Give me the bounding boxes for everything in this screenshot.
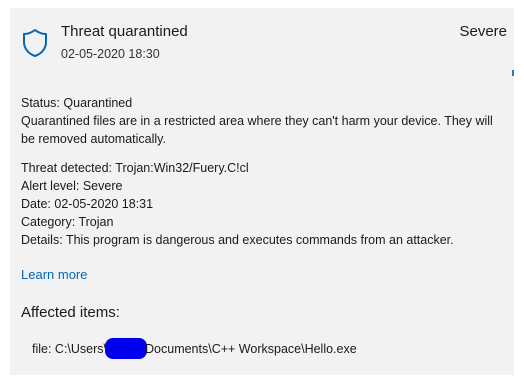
category-line: Category: Trojan — [21, 213, 507, 231]
affected-items-title: Affected items: — [21, 304, 120, 321]
details-value: This program is dangerous and executes c… — [65, 233, 454, 247]
redaction-mark — [105, 338, 148, 359]
alert-level-value: Severe — [82, 179, 123, 193]
threat-panel: Threat quarantined 02-05-2020 18:30 Seve… — [10, 8, 514, 375]
status-label: Status: — [21, 96, 60, 110]
severity-label: Severe — [459, 23, 507, 40]
category-label: Category: — [21, 215, 76, 229]
date-line: Date: 02-05-2020 18:31 — [21, 195, 507, 213]
threat-timestamp: 02-05-2020 18:30 — [61, 47, 160, 61]
file-path-prefix: file: C:\Users\ — [32, 342, 108, 356]
status-section: Status: Quarantined Quarantined files ar… — [21, 94, 507, 148]
details-line: Details: This program is dangerous and e… — [21, 231, 507, 249]
alert-level-line: Alert level: Severe — [21, 177, 507, 195]
affected-file-path: file: C:\Users\ Documents\C++ Workspace\H… — [32, 338, 357, 359]
threat-detected-label: Threat detected: — [21, 161, 113, 175]
threat-detected-value: Trojan:Win32/Fuery.C!cl — [115, 161, 249, 175]
details-section: Threat detected: Trojan:Win32/Fuery.C!cl… — [21, 159, 507, 249]
details-label: Details: — [21, 233, 63, 247]
file-path-suffix: Documents\C++ Workspace\Hello.exe — [145, 342, 357, 356]
learn-more-link[interactable]: Learn more — [21, 267, 87, 282]
threat-header: Threat quarantined 02-05-2020 18:30 Seve… — [10, 8, 514, 68]
status-value: Quarantined — [63, 96, 133, 110]
threat-detected-line: Threat detected: Trojan:Win32/Fuery.C!cl — [21, 159, 507, 177]
threat-title: Threat quarantined — [61, 23, 188, 40]
category-value: Trojan — [78, 215, 114, 229]
status-line: Status: Quarantined — [21, 94, 507, 112]
alert-level-label: Alert level: — [21, 179, 80, 193]
date-label: Date: — [21, 197, 51, 211]
status-description: Quarantined files are in a restricted ar… — [21, 114, 493, 146]
scroll-indicator — [512, 70, 514, 76]
shield-icon — [22, 28, 48, 58]
date-value: 02-05-2020 18:31 — [54, 197, 154, 211]
